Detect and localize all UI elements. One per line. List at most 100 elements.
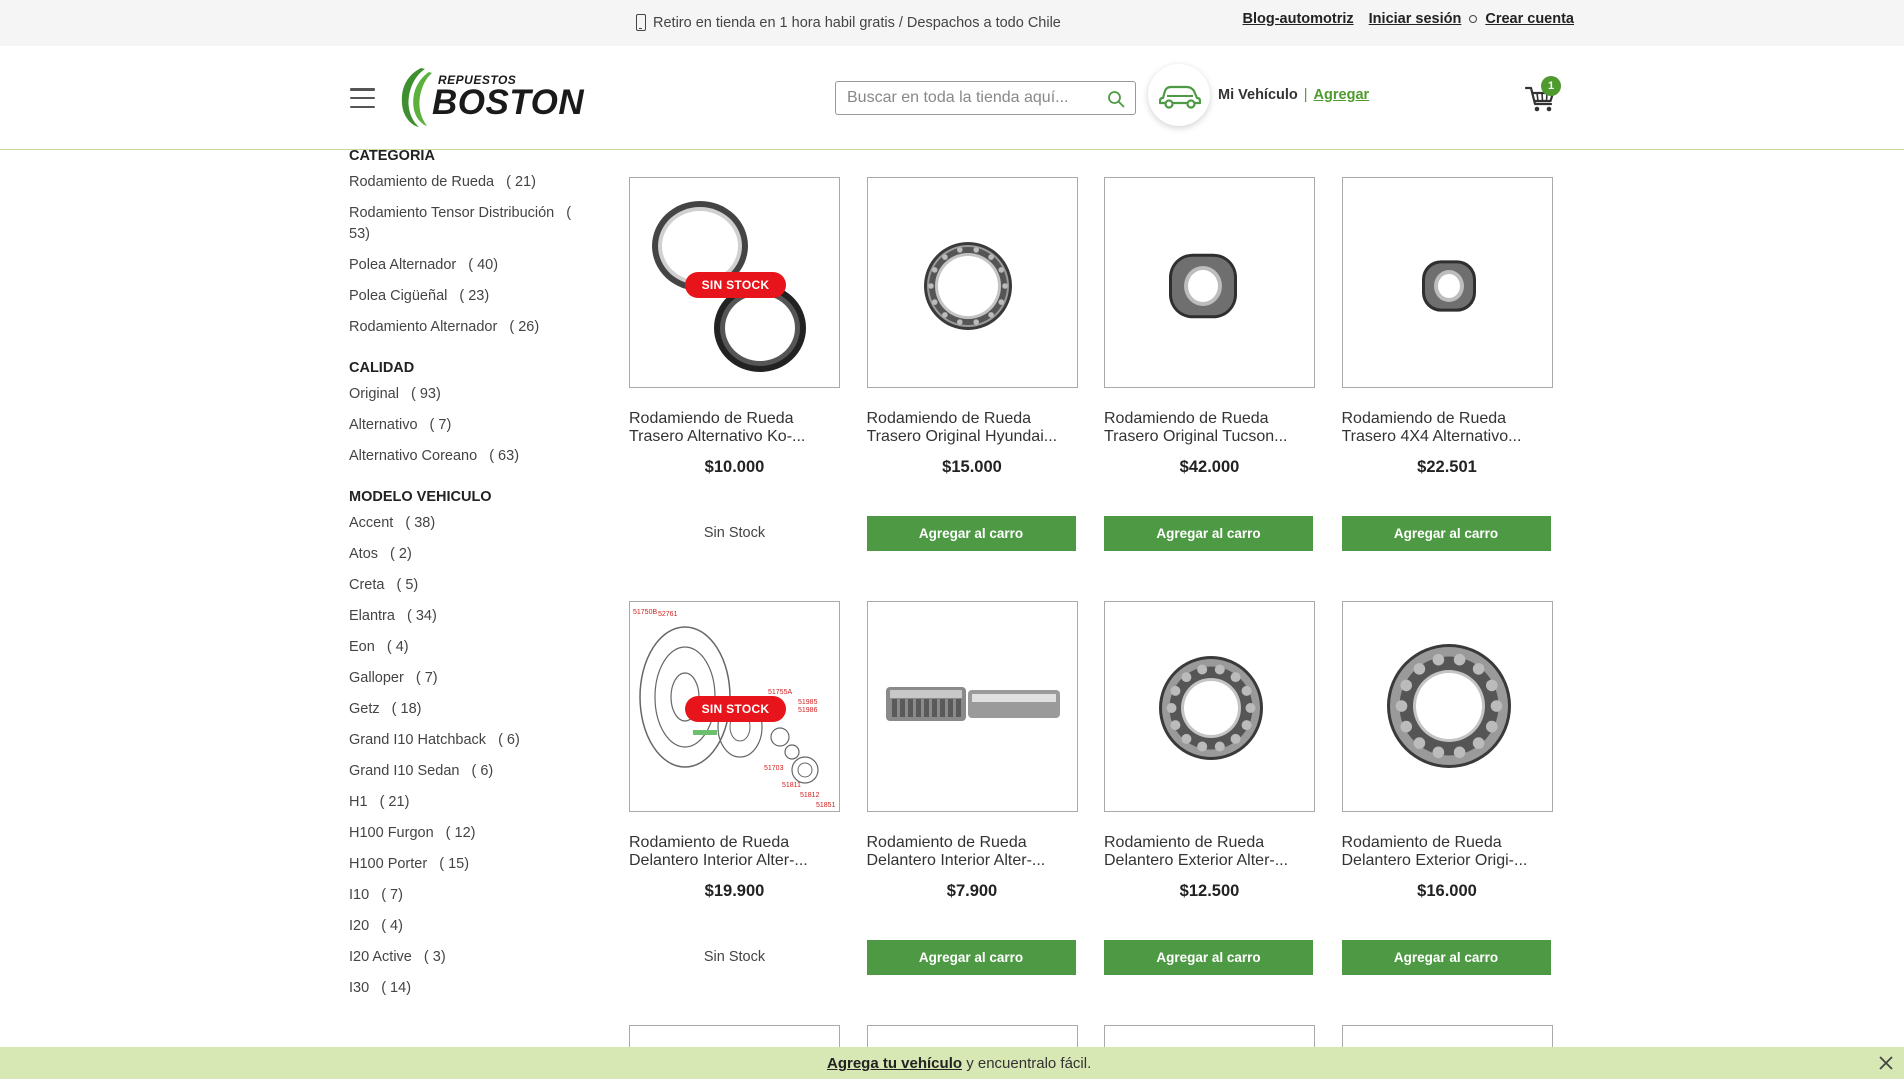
filter-option[interactable]: Rodamiento Tensor Distribución ( 53): [349, 203, 589, 245]
filter-option[interactable]: Elantra ( 34): [349, 606, 589, 627]
filter-option-count: ( 12): [445, 825, 476, 841]
product-name[interactable]: Rodamiento de Rueda Delantero Exterior O…: [1342, 834, 1553, 870]
filter-option[interactable]: I20 ( 4): [349, 916, 589, 937]
cart-count-badge: 1: [1541, 76, 1561, 96]
filter-option-label: Creta: [349, 577, 385, 593]
svg-text:51750B: 51750B: [633, 609, 657, 616]
filter-option[interactable]: I30 ( 14): [349, 978, 589, 999]
product-image[interactable]: [1104, 177, 1315, 388]
add-to-cart-button[interactable]: Agregar al carro: [866, 516, 1076, 551]
filter-option[interactable]: H1 ( 21): [349, 792, 589, 813]
product-image[interactable]: [1104, 601, 1315, 812]
add-to-cart-button[interactable]: Agregar al carro: [1104, 940, 1313, 975]
out-of-stock-label: Sin Stock: [703, 949, 766, 965]
filter-option[interactable]: Grand I10 Sedan ( 6): [349, 761, 589, 782]
register-link[interactable]: Crear cuenta: [1485, 11, 1574, 27]
search-box: [835, 81, 1136, 115]
product-image[interactable]: [866, 601, 1078, 812]
svg-text:51812: 51812: [800, 792, 820, 799]
filter-option[interactable]: Polea Cigüeñal ( 23): [349, 286, 589, 307]
product-image[interactable]: [866, 177, 1078, 388]
filter-option[interactable]: Creta ( 5): [349, 575, 589, 596]
search-icon[interactable]: [1107, 90, 1125, 108]
out-of-stock-label: Sin Stock: [703, 525, 766, 541]
filter-option[interactable]: Eon ( 4): [349, 637, 589, 658]
product-card: Rodamiendo de Rueda Trasero 4X4 Alternat…: [1341, 177, 1553, 601]
filter-option[interactable]: Rodamiento de Rueda ( 21): [349, 172, 589, 193]
filter-option[interactable]: Rodamiento Alternador ( 26): [349, 317, 589, 338]
close-icon[interactable]: [1879, 1056, 1893, 1070]
svg-text:51703: 51703: [764, 765, 784, 772]
add-to-cart-button[interactable]: Agregar al carro: [1341, 940, 1551, 975]
filter-option-label: Rodamiento Tensor Distribución: [349, 205, 555, 221]
filter-option-label: Grand I10 Sedan: [349, 763, 460, 779]
banner-text: y encuentralo fácil.: [962, 1055, 1092, 1072]
add-vehicle-banner-link[interactable]: Agrega tu vehículo: [827, 1055, 962, 1072]
filter-option[interactable]: I20 Active ( 3): [349, 947, 589, 968]
add-to-cart-button[interactable]: Agregar al carro: [1104, 516, 1313, 551]
filter-option[interactable]: Grand I10 Hatchback ( 6): [349, 730, 589, 751]
site-logo[interactable]: REPUESTOS BOSTON: [397, 66, 584, 128]
filter-option-label: Elantra: [349, 608, 395, 624]
svg-text:51851: 51851: [816, 802, 836, 809]
separator-dot: [1469, 15, 1478, 23]
filter-option[interactable]: Atos ( 2): [349, 544, 589, 565]
product-price: $15.000: [942, 458, 1002, 476]
filter-option-count: ( 6): [471, 763, 494, 779]
filter-option[interactable]: H100 Porter ( 15): [349, 854, 589, 875]
filter-option-label: Grand I10 Hatchback: [349, 732, 487, 748]
filter-option[interactable]: Getz ( 18): [349, 699, 589, 720]
filter-option-count: ( 4): [386, 639, 409, 655]
product-image[interactable]: [1341, 601, 1553, 812]
filter-option-label: Original: [349, 386, 399, 402]
filter-option-count: ( 18): [391, 701, 422, 717]
product-card: 51750B 52761 51755A 51985 51986 51703 51811 518…: [629, 601, 840, 1025]
product-card: Rodamiento de Rueda Delantero Interior A…: [866, 601, 1078, 1025]
filter-option-count: ( 14): [381, 980, 412, 996]
filter-list: Rodamiento de Rueda ( 21) Rodamiento Tens…: [349, 172, 589, 338]
add-to-cart-button[interactable]: Agregar al carro: [866, 940, 1076, 975]
product-name[interactable]: Rodamiendo de Rueda Trasero Alternativo …: [629, 410, 840, 446]
product-image[interactable]: 51750B 52761 51755A 51985 51986 51703 51811 518…: [629, 601, 840, 812]
filter-option[interactable]: H100 Furgon ( 12): [349, 823, 589, 844]
filter-option[interactable]: Accent ( 38): [349, 513, 589, 534]
filter-option[interactable]: Polea Alternador ( 40): [349, 255, 589, 276]
cart-button[interactable]: 1: [1524, 76, 1561, 116]
filter-title: MODELO VEHICULO: [349, 489, 492, 505]
filter-option[interactable]: Alternativo Coreano ( 63): [349, 446, 589, 467]
vehicle-selector: Mi Vehículo | Agregar: [1218, 87, 1369, 103]
product-name[interactable]: Rodamiento de Rueda Delantero Interior A…: [629, 834, 840, 870]
product-image[interactable]: SIN STOCK: [629, 177, 840, 388]
filter-option-count: ( 21): [379, 794, 410, 810]
filter-option-label: H100 Furgon: [349, 825, 434, 841]
phone-icon: [636, 14, 646, 31]
filter-option-count: ( 5): [396, 577, 419, 593]
product-name[interactable]: Rodamiendo de Rueda Trasero 4X4 Alternat…: [1342, 410, 1553, 446]
filter-group-calidad: CALIDAD Original ( 93) Alternativo ( 7) Al…: [349, 360, 589, 467]
filter-option[interactable]: Galloper ( 7): [349, 668, 589, 689]
add-to-cart-button[interactable]: Agregar al carro: [1341, 516, 1551, 551]
filter-group-categoria: CATEGORIA Rodamiento de Rueda ( 21) Rodam…: [349, 148, 589, 338]
product-name[interactable]: Rodamiendo de Rueda Trasero Original Tuc…: [1104, 410, 1315, 446]
filter-option-label: Galloper: [349, 670, 404, 686]
blog-link[interactable]: Blog-automotriz: [1243, 11, 1354, 27]
filter-option[interactable]: I10 ( 7): [349, 885, 589, 906]
filter-option-label: Atos: [349, 546, 379, 562]
product-name[interactable]: Rodamiento de Rueda Delantero Interior A…: [867, 834, 1078, 870]
filter-option-label: Eon: [349, 639, 375, 655]
menu-icon[interactable]: [350, 88, 375, 108]
filter-option-label: Alternativo: [349, 417, 418, 433]
login-link[interactable]: Iniciar sesión: [1369, 11, 1462, 27]
add-vehicle-link[interactable]: Agregar: [1314, 87, 1370, 103]
filter-option-count: ( 2): [390, 546, 412, 562]
product-name[interactable]: Rodamiendo de Rueda Trasero Original Hyu…: [867, 410, 1078, 446]
product-image[interactable]: [1341, 177, 1553, 388]
vehicle-button[interactable]: [1148, 64, 1210, 126]
out-of-stock-badge: SIN STOCK: [685, 272, 786, 298]
filter-option[interactable]: Original ( 93): [349, 384, 589, 405]
filter-option[interactable]: Alternativo ( 7): [349, 415, 589, 436]
product-name[interactable]: Rodamiento de Rueda Delantero Exterior A…: [1104, 834, 1315, 870]
search-input[interactable]: [836, 82, 1096, 114]
filter-option-label: Getz: [349, 701, 380, 717]
filter-option-label: Polea Alternador: [349, 257, 457, 273]
